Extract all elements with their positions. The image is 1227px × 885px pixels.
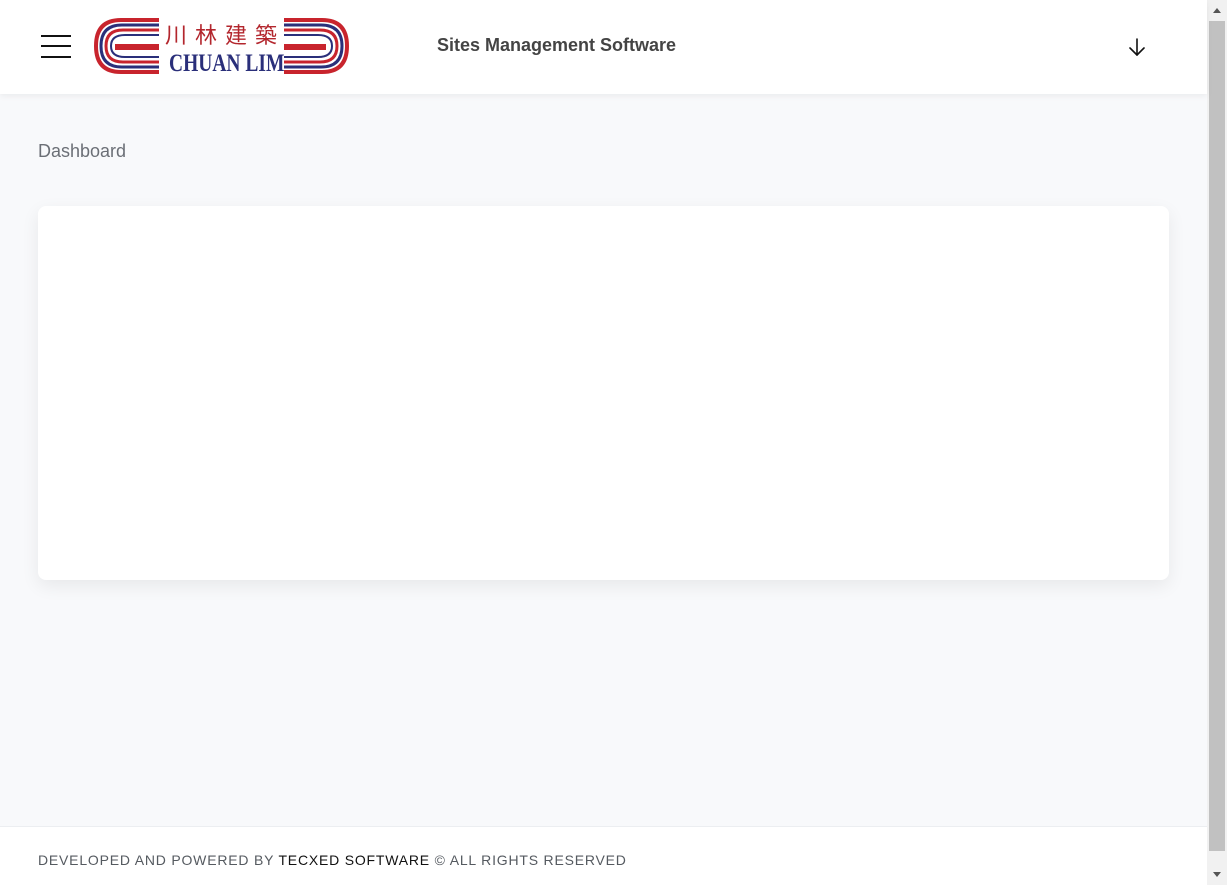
hamburger-line	[41, 35, 71, 37]
breadcrumb-current: Dashboard	[38, 141, 127, 161]
footer-text: DEVELOPED AND POWERED BY TECXED SOFTWARE…	[38, 852, 627, 868]
footer-company-link[interactable]: TECXED SOFTWARE	[278, 852, 430, 868]
hamburger-line	[41, 45, 71, 47]
scroll-up-icon[interactable]	[1207, 0, 1227, 20]
scroll-down-icon[interactable]	[1207, 865, 1227, 885]
footer-suffix: © ALL RIGHTS RESERVED	[434, 852, 627, 868]
arrow-down-icon[interactable]	[1126, 36, 1148, 58]
logo-english-text: CHUAN LIM	[169, 50, 285, 77]
vertical-scrollbar[interactable]	[1207, 0, 1227, 885]
footer-prefix: DEVELOPED AND POWERED BY	[38, 852, 275, 868]
company-logo[interactable]: 川林建築 CHUAN LIM	[93, 16, 350, 77]
scroll-thumb[interactable]	[1209, 21, 1225, 851]
hamburger-line	[41, 56, 71, 58]
scroll-down-svg	[1213, 872, 1221, 877]
logo-chinese-text: 川林建築	[165, 24, 286, 49]
app-title: Sites Management Software	[437, 35, 677, 55]
main-area: 川林建築 CHUAN LIM Sites Management Software…	[0, 0, 1207, 885]
scroll-up-svg	[1213, 8, 1221, 13]
top-header: 川林建築 CHUAN LIM Sites Management Software	[0, 0, 1207, 94]
page: 川林建築 CHUAN LIM Sites Management Software…	[0, 0, 1227, 885]
arrow-down-svg	[1129, 38, 1145, 56]
dashboard-card	[38, 206, 1169, 580]
page-footer: DEVELOPED AND POWERED BY TECXED SOFTWARE…	[0, 826, 1207, 885]
hamburger-menu-icon[interactable]	[38, 32, 74, 62]
